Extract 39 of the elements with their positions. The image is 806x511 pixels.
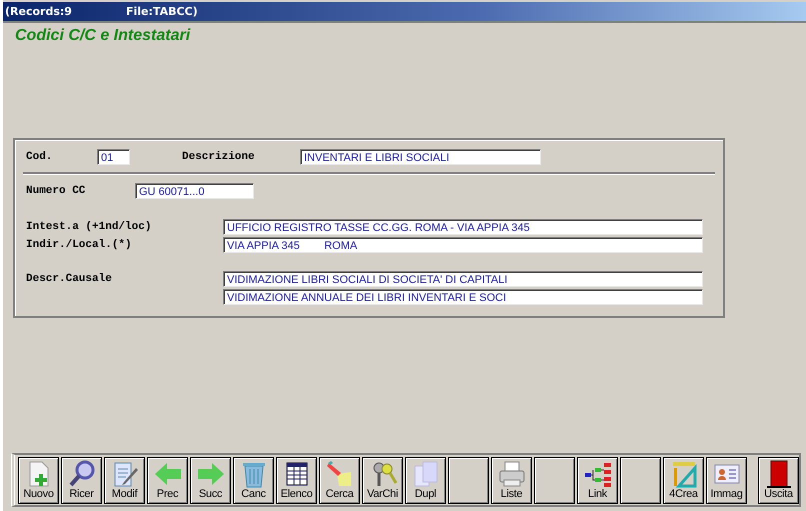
toolbar-button[interactable]: Dupl (405, 457, 446, 504)
input-field[interactable]: 01 (97, 149, 130, 165)
search-icon (66, 460, 96, 488)
toolbar-button[interactable]: Liste (491, 457, 532, 504)
toolbar-button[interactable]: Modif (104, 457, 145, 504)
field-label: Intest.a (+1nd/loc) (26, 221, 152, 233)
left-arrow-icon (152, 460, 182, 488)
empty-button[interactable] (534, 457, 575, 504)
input-field[interactable]: GU 60071...0 (135, 183, 254, 199)
input-field[interactable]: VIA APPIA 345 ROMA (223, 237, 703, 253)
field-label: Descrizione (182, 151, 256, 163)
field-label: Indir./Local.(*) (26, 239, 133, 251)
right-arrow-icon (196, 460, 226, 488)
window-title: (Records:9 (5, 5, 73, 18)
toolbar-button[interactable]: Uscita (758, 457, 799, 504)
toolbar-button[interactable]: Nuovo (18, 457, 59, 504)
form-heading: Codici C/C e Intestatari (15, 27, 192, 45)
field-label: Descr.Causale (26, 273, 113, 285)
input-field[interactable]: VIDIMAZIONE LIBRI SOCIALI DI SOCIETA' DI CAPITALI (223, 271, 703, 287)
tree-icon (582, 460, 612, 488)
empty-button[interactable] (448, 457, 489, 504)
toolbar-button[interactable]: 4Crea (663, 457, 704, 504)
empty-button[interactable] (620, 457, 661, 504)
input-field[interactable]: INVENTARI E LIBRI SOCIALI (300, 149, 541, 165)
toolbar-button[interactable]: VarChi (362, 457, 403, 504)
field-label: Numero CC (26, 185, 86, 197)
toolbar-button[interactable]: Succ (190, 457, 231, 504)
toolbar-button[interactable]: Link (577, 457, 618, 504)
toolbar-button[interactable]: Prec (147, 457, 188, 504)
toolbar-button[interactable]: Elenco (276, 457, 317, 504)
window-title: File:TABCC) (126, 5, 198, 18)
input-field[interactable]: UFFICIO REGISTRO TASSE CC.GG. ROMA - VIA APPIA 345 (223, 219, 703, 235)
field-label: Cod. (26, 151, 54, 163)
toolbar-button[interactable]: Ricer (61, 457, 102, 504)
printer-icon (496, 460, 526, 488)
toolbar-button[interactable]: Cerca (319, 457, 360, 504)
toolbar-button[interactable]: Canc (233, 457, 274, 504)
toolbar-button[interactable]: Immag (706, 457, 747, 504)
input-field[interactable]: VIDIMAZIONE ANNUALE DEI LIBRI INVENTARI E SOCI (223, 289, 703, 305)
